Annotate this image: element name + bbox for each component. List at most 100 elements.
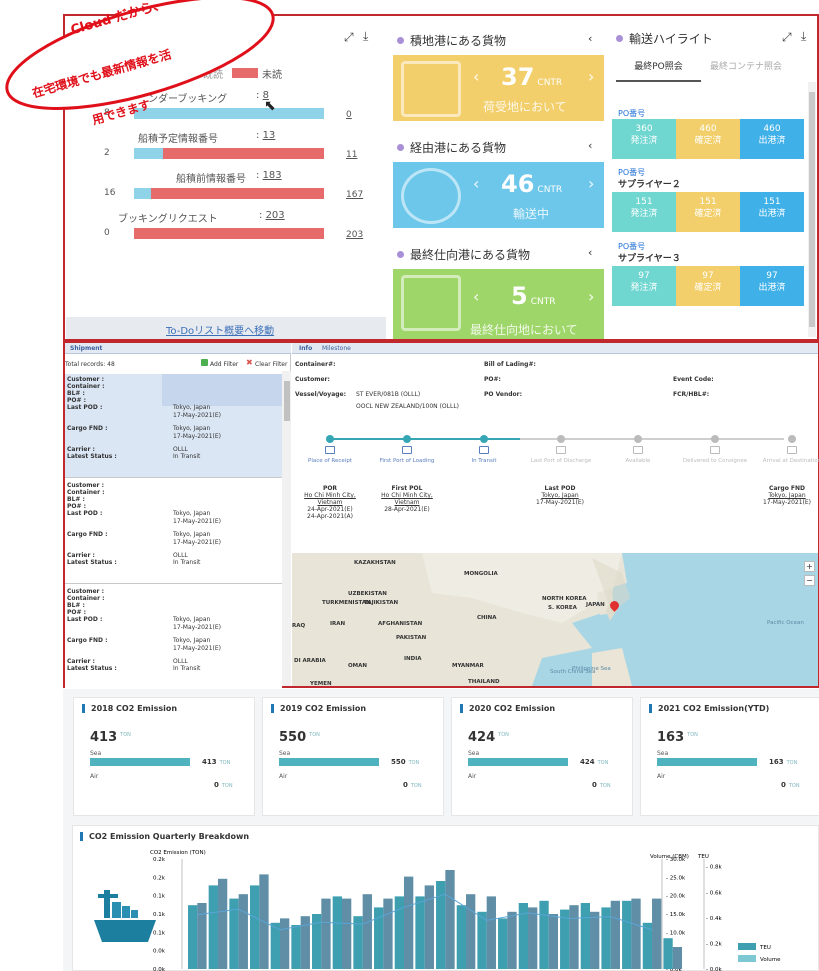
tile-collapse-icon[interactable]: ‹ bbox=[588, 246, 592, 259]
po-status-cell[interactable]: 97 出港済 bbox=[740, 266, 804, 306]
legend-volume[interactable]: Volume bbox=[760, 957, 781, 963]
map-label: AFGHANISTAN bbox=[378, 621, 423, 627]
shipment-record[interactable]: Customer : Container : BL# : PO# : Last POD … bbox=[65, 586, 282, 690]
status-value: In Transit bbox=[173, 665, 201, 672]
po-status-cell[interactable]: 151 確定済 bbox=[676, 192, 740, 232]
port-name[interactable]: Tokyo, Japan bbox=[737, 492, 819, 499]
po-vendor-label: PO Vendor: bbox=[484, 391, 523, 398]
po-status-cell[interactable]: 460 確定済 bbox=[676, 119, 740, 159]
tile-collapse-icon[interactable]: ‹ bbox=[588, 139, 592, 152]
po-status-cell[interactable]: 460 出港済 bbox=[740, 119, 804, 159]
po-status-cell[interactable]: 151 出港済 bbox=[740, 192, 804, 232]
todo-row-link[interactable]: : 183 bbox=[256, 170, 282, 181]
shipment-record[interactable]: Customer : Container : BL# : PO# : Last POD … bbox=[65, 480, 282, 584]
co2-card-title: 2019 CO2 Emission bbox=[271, 704, 366, 713]
po-status-cell[interactable]: 97 発注済 bbox=[612, 266, 676, 306]
next-icon[interactable]: › bbox=[588, 174, 594, 193]
y3-tick-label: - 0.4k bbox=[706, 916, 722, 922]
tile-body[interactable]: ‹ › 5 CNTR 最終仕向地において bbox=[393, 269, 604, 339]
todo-row-count[interactable]: 203 bbox=[266, 210, 285, 221]
prev-icon[interactable]: ‹ bbox=[473, 67, 479, 86]
bar-volume bbox=[217, 878, 228, 969]
co2-quarterly-chart: CO2 Emission (TON)Volume (CBM) TEU0.0k0.0… bbox=[150, 850, 781, 971]
todo-row-right-count[interactable]: 167 bbox=[346, 190, 363, 200]
clear-filter-icon[interactable]: ✖ bbox=[246, 358, 253, 367]
list-scrollbar-thumb[interactable] bbox=[284, 381, 290, 421]
milestone-dot bbox=[480, 435, 488, 443]
sea-label: Sea bbox=[468, 750, 480, 757]
zoom-in-button[interactable]: + bbox=[804, 561, 815, 572]
field-label-customer: Customer : bbox=[67, 376, 105, 383]
y-tick-label: 0.1k bbox=[153, 930, 166, 936]
port-country[interactable]: Vietnam bbox=[357, 499, 457, 506]
tab-milestone[interactable]: Milestone bbox=[322, 345, 351, 352]
status-count: 360 bbox=[635, 124, 653, 134]
tile-count-value: 5 bbox=[511, 282, 528, 310]
todo-row-count[interactable]: 13 bbox=[263, 130, 276, 141]
todo-row-label: ブッキングリクエスト bbox=[118, 214, 218, 225]
milestone-icon bbox=[402, 446, 412, 454]
air-value: 0 TON bbox=[592, 781, 611, 789]
port-name[interactable]: Ho Chi Minh City, bbox=[357, 492, 457, 499]
milestone-dot bbox=[557, 435, 565, 443]
next-icon[interactable]: › bbox=[588, 287, 594, 306]
todo-bar-unread bbox=[134, 228, 324, 239]
prev-icon[interactable]: ‹ bbox=[473, 174, 479, 193]
tile-count: 5 CNTR bbox=[511, 282, 555, 310]
zoom-out-button[interactable]: − bbox=[804, 575, 815, 586]
download-icon[interactable]: ⤓ bbox=[801, 29, 806, 44]
todo-row-right-count[interactable]: 0 bbox=[346, 110, 352, 120]
tab-latest-po[interactable]: 最終PO照会 bbox=[616, 59, 701, 82]
tab-info[interactable]: Info bbox=[299, 345, 312, 352]
scrollbar-thumb[interactable] bbox=[809, 92, 815, 327]
prev-icon[interactable]: ‹ bbox=[473, 287, 479, 306]
todo-row-link[interactable]: : 203 bbox=[259, 210, 285, 221]
po-status-cell[interactable]: 360 発注済 bbox=[612, 119, 676, 159]
field-label-status: Latest Status : bbox=[67, 453, 117, 460]
sea-label: Sea bbox=[90, 750, 102, 757]
expand-icon[interactable]: ⤢ bbox=[344, 30, 354, 45]
tile-count: 46 CNTR bbox=[501, 170, 562, 198]
sea-value: 550 TON bbox=[391, 758, 419, 766]
download-icon[interactable]: ⤓ bbox=[363, 29, 368, 44]
todo-list-link[interactable]: To-Doリスト概要へ移動 bbox=[166, 322, 274, 337]
po-status-cell[interactable]: 151 発注済 bbox=[612, 192, 676, 232]
status-value: In Transit bbox=[173, 559, 201, 566]
map[interactable] bbox=[292, 553, 818, 686]
add-filter-icon[interactable] bbox=[201, 359, 208, 366]
expand-icon[interactable]: ⤢ bbox=[782, 30, 792, 45]
port-name[interactable]: Tokyo, Japan bbox=[510, 492, 610, 499]
add-filter-button[interactable]: Add Filter bbox=[210, 361, 238, 368]
po-status-cell[interactable]: 97 確定済 bbox=[676, 266, 740, 306]
next-icon[interactable]: › bbox=[588, 67, 594, 86]
bar-teu bbox=[208, 885, 218, 969]
tile-title: 経由港にある貨物 bbox=[410, 141, 507, 155]
customer-label: Customer: bbox=[295, 376, 330, 383]
field-label-po: PO# : bbox=[67, 503, 87, 510]
pod-value: Tokyo, Japan bbox=[173, 510, 211, 517]
map-label: PAKISTAN bbox=[396, 635, 427, 641]
tile-body[interactable]: ‹ › 46 CNTR 輸送中 bbox=[393, 162, 604, 228]
port-date: 17-May-2021(E) bbox=[762, 499, 811, 506]
tab-latest-container[interactable]: 最終コンテナ照会 bbox=[710, 59, 782, 72]
map-label: MONGOLIA bbox=[464, 571, 498, 577]
field-label-carrier: Carrier : bbox=[67, 446, 95, 453]
bar-volume bbox=[486, 896, 496, 969]
milestone-label: Last Port of Discharge bbox=[530, 458, 592, 464]
map-label: MYANMAR bbox=[452, 663, 484, 669]
tab-shipment[interactable]: Shipment bbox=[70, 345, 102, 352]
air-value-unit: TON bbox=[599, 783, 611, 789]
field-label-carrier: Carrier : bbox=[67, 658, 95, 665]
todo-row-right-count[interactable]: 203 bbox=[346, 230, 363, 240]
shipment-record[interactable]: Customer : Container : BL# : PO# : Last POD … bbox=[65, 374, 282, 478]
bar-teu bbox=[188, 905, 198, 969]
todo-row-count[interactable]: 183 bbox=[263, 170, 282, 181]
legend-teu[interactable]: TEU bbox=[759, 945, 771, 951]
pod-date: 17-May-2021(E) bbox=[173, 624, 222, 631]
tile-collapse-icon[interactable]: ‹ bbox=[588, 32, 592, 45]
todo-row-right-count[interactable]: 11 bbox=[346, 150, 357, 160]
todo-row-link[interactable]: : 13 bbox=[256, 130, 275, 141]
vessel-label: Vessel/Voyage: bbox=[295, 391, 347, 398]
tile-body[interactable]: ‹ › 37 CNTR 荷受地において bbox=[393, 55, 604, 121]
clear-filter-button[interactable]: Clear Filter bbox=[255, 361, 287, 368]
